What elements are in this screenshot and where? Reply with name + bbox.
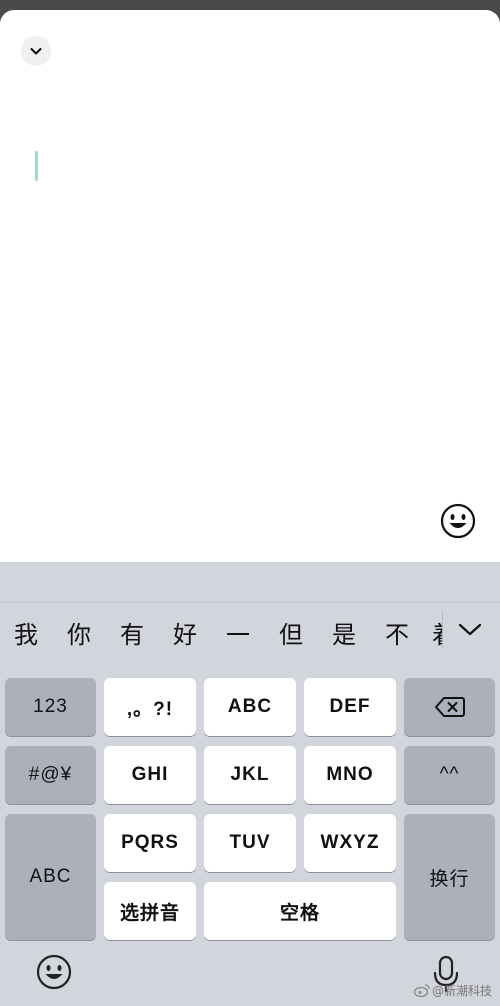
- key-select-pinyin[interactable]: 选拼音: [104, 882, 196, 940]
- key-ghi[interactable]: GHI: [104, 746, 196, 804]
- compose-sheet: 我 你 有 好 一 但 是 不 着 123 ,。?! ABC DEF: [0, 10, 500, 1006]
- key-def[interactable]: DEF: [304, 678, 396, 736]
- candidate-item[interactable]: 有: [120, 615, 144, 650]
- watermark-text: @新潮科技: [432, 984, 493, 998]
- key-pqrs[interactable]: PQRS: [104, 814, 196, 872]
- text-cursor[interactable]: [35, 151, 38, 181]
- watermark: @新潮科技: [414, 982, 492, 999]
- smiley-icon: [440, 503, 476, 539]
- space-key[interactable]: 空格: [204, 882, 396, 940]
- candidate-item[interactable]: 好: [173, 615, 197, 650]
- emoji-button[interactable]: [440, 503, 476, 539]
- key-jkl[interactable]: JKL: [204, 746, 296, 804]
- candidate-item[interactable]: 你: [67, 615, 91, 650]
- collapse-button[interactable]: [21, 36, 51, 66]
- key-wxyz[interactable]: WXYZ: [304, 814, 396, 872]
- candidate-item[interactable]: 我: [14, 615, 38, 650]
- key-emoticon[interactable]: ^^: [404, 746, 495, 804]
- backspace-key[interactable]: [404, 678, 495, 736]
- smiley-icon: [36, 954, 72, 990]
- key-abc[interactable]: ABC: [204, 678, 296, 736]
- key-mno[interactable]: MNO: [304, 746, 396, 804]
- key-switch-abc[interactable]: ABC: [5, 814, 96, 940]
- expand-candidates-button[interactable]: [455, 615, 485, 645]
- chevron-down-icon: [30, 48, 42, 55]
- keyboard: 我 你 有 好 一 但 是 不 着 123 ,。?! ABC DEF: [0, 562, 500, 1006]
- key-tuv[interactable]: TUV: [204, 814, 296, 872]
- backspace-icon: [434, 697, 465, 717]
- chevron-down-icon: [458, 623, 482, 636]
- candidate-item[interactable]: 一: [226, 615, 250, 650]
- weibo-icon: [414, 984, 430, 997]
- key-symbols[interactable]: #@¥: [5, 746, 96, 804]
- candidate-item[interactable]: 但: [279, 615, 303, 650]
- candidate-item[interactable]: 是: [332, 615, 356, 650]
- key-punctuation[interactable]: ,。?!: [104, 678, 196, 736]
- key-123[interactable]: 123: [5, 678, 96, 736]
- candidate-divider: [442, 610, 443, 648]
- key-newline[interactable]: 换行: [404, 814, 495, 940]
- candidate-item[interactable]: 不: [385, 615, 409, 650]
- candidate-bar: 我 你 有 好 一 但 是 不 着: [0, 602, 500, 655]
- emoji-keyboard-button[interactable]: [34, 952, 74, 992]
